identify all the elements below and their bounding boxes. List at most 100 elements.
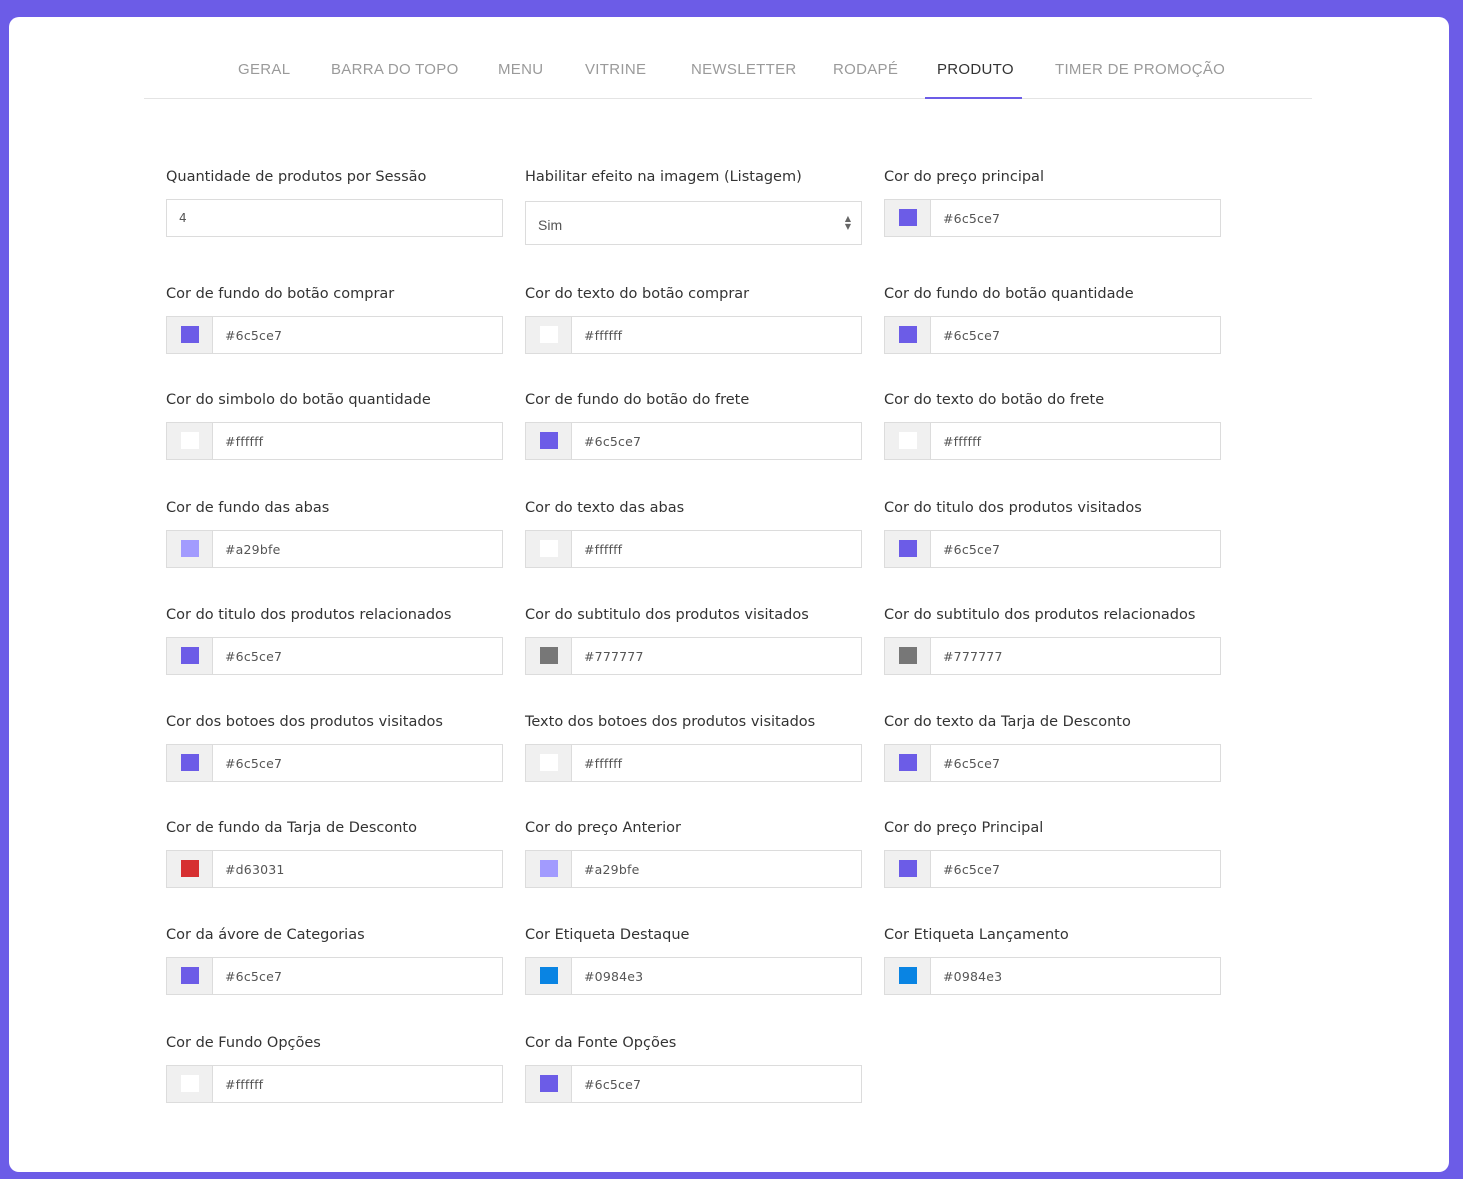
color-picker-button[interactable] [167, 1066, 213, 1102]
color-input[interactable]: #777777 [525, 637, 862, 675]
field-label: Cor de Fundo Opções [166, 1035, 321, 1051]
field-label: Cor do texto das abas [525, 500, 685, 516]
color-picker-button[interactable] [885, 958, 931, 994]
color-input[interactable]: #d63031 [166, 850, 503, 888]
color-value: #6c5ce7 [943, 211, 1001, 226]
color-picker-button[interactable] [167, 851, 213, 887]
field-label: Cor do subtitulo dos produtos visitados [525, 607, 809, 623]
color-input[interactable]: #0984e3 [525, 957, 862, 995]
quantity-input[interactable]: 4 [166, 199, 503, 237]
color-value: #ffffff [943, 434, 982, 449]
color-picker-button[interactable] [167, 638, 213, 674]
field-label: Cor Etiqueta Lançamento [884, 927, 1069, 943]
color-picker-button[interactable] [885, 851, 931, 887]
color-picker-button[interactable] [167, 317, 213, 353]
color-input[interactable]: #6c5ce7 [525, 1065, 862, 1103]
color-picker-button[interactable] [526, 531, 572, 567]
color-input[interactable]: #0984e3 [884, 957, 1221, 995]
color-swatch [540, 326, 558, 343]
field-label: Cor do texto do botão do frete [884, 392, 1105, 408]
tab-newsletter[interactable]: NEWSLETTER [691, 61, 797, 78]
field-label: Cor da ávore de Categorias [166, 927, 365, 943]
color-input[interactable]: #ffffff [884, 422, 1221, 460]
color-input[interactable]: #777777 [884, 637, 1221, 675]
color-input[interactable]: #ffffff [166, 1065, 503, 1103]
tab-menu[interactable]: MENU [498, 61, 543, 78]
field-label: Cor Etiqueta Destaque [525, 927, 690, 943]
color-swatch [181, 754, 199, 771]
field-label: Cor de fundo das abas [166, 500, 330, 516]
color-input[interactable]: #6c5ce7 [884, 199, 1221, 237]
field-label: Cor de fundo do botão do frete [525, 392, 750, 408]
color-picker-button[interactable] [526, 638, 572, 674]
color-value: #6c5ce7 [225, 756, 283, 771]
color-value: #0984e3 [943, 969, 1003, 984]
color-picker-button[interactable] [167, 745, 213, 781]
color-input[interactable]: #ffffff [525, 530, 862, 568]
color-input[interactable]: #6c5ce7 [166, 637, 503, 675]
field-label: Quantidade de produtos por Sessão [166, 169, 427, 185]
color-input[interactable]: #a29bfe [166, 530, 503, 568]
color-input[interactable]: #ffffff [525, 744, 862, 782]
color-picker-button[interactable] [526, 423, 572, 459]
color-input[interactable]: #6c5ce7 [884, 850, 1221, 888]
color-value: #6c5ce7 [584, 1077, 642, 1092]
color-value: #6c5ce7 [943, 756, 1001, 771]
tab-timer-de-promocao[interactable]: TIMER DE PROMOÇÃO [1055, 61, 1225, 78]
color-swatch [899, 967, 917, 984]
color-picker-button[interactable] [167, 958, 213, 994]
tab-geral[interactable]: GERAL [238, 61, 290, 78]
color-input[interactable]: #6c5ce7 [166, 957, 503, 995]
color-swatch [540, 432, 558, 449]
color-picker-button[interactable] [885, 531, 931, 567]
settings-card: GERAL BARRA DO TOPO MENU VITRINE NEWSLETTER R… [9, 17, 1449, 1172]
color-input[interactable]: #6c5ce7 [525, 422, 862, 460]
tab-vitrine[interactable]: VITRINE [585, 61, 646, 78]
color-input[interactable]: #6c5ce7 [166, 744, 503, 782]
color-swatch [540, 1075, 558, 1092]
field-label: Cor da Fonte Opções [525, 1035, 677, 1051]
color-value: #777777 [943, 649, 1003, 664]
color-input[interactable]: #ffffff [166, 422, 503, 460]
color-picker-button[interactable] [167, 531, 213, 567]
tab-produto[interactable]: PRODUTO [937, 61, 1014, 78]
color-value: #6c5ce7 [943, 328, 1001, 343]
color-input[interactable]: #6c5ce7 [884, 744, 1221, 782]
color-picker-button[interactable] [526, 958, 572, 994]
color-input[interactable]: #6c5ce7 [884, 316, 1221, 354]
color-swatch [540, 860, 558, 877]
color-picker-button[interactable] [526, 745, 572, 781]
color-value: #ffffff [584, 328, 623, 343]
color-value: #6c5ce7 [943, 542, 1001, 557]
color-value: #ffffff [584, 756, 623, 771]
select-arrows-icon: ▲ ▼ [844, 214, 851, 231]
color-input[interactable]: #6c5ce7 [884, 530, 1221, 568]
color-value: #ffffff [225, 434, 264, 449]
color-value: #a29bfe [584, 862, 640, 877]
color-value: #6c5ce7 [225, 328, 283, 343]
select-value: Sim [538, 217, 563, 233]
color-picker-button[interactable] [167, 423, 213, 459]
color-picker-button[interactable] [885, 745, 931, 781]
color-input[interactable]: #ffffff [525, 316, 862, 354]
color-picker-button[interactable] [526, 851, 572, 887]
color-picker-button[interactable] [885, 423, 931, 459]
color-picker-button[interactable] [526, 317, 572, 353]
color-swatch [899, 860, 917, 877]
field-label: Habilitar efeito na imagem (Listagem) [525, 169, 802, 185]
color-picker-button[interactable] [526, 1066, 572, 1102]
tab-barra-do-topo[interactable]: BARRA DO TOPO [331, 61, 459, 78]
field-label: Cor do texto da Tarja de Desconto [884, 714, 1131, 730]
image-effect-select[interactable]: Sim ▲ ▼ [525, 201, 862, 245]
color-picker-button[interactable] [885, 317, 931, 353]
color-input[interactable]: #6c5ce7 [166, 316, 503, 354]
color-value: #6c5ce7 [225, 969, 283, 984]
color-swatch [899, 432, 917, 449]
field-label: Cor do texto do botão comprar [525, 286, 750, 302]
color-input[interactable]: #a29bfe [525, 850, 862, 888]
tab-rodape[interactable]: RODAPÉ [833, 61, 898, 78]
color-value: #6c5ce7 [584, 434, 642, 449]
color-picker-button[interactable] [885, 638, 931, 674]
color-picker-button[interactable] [885, 200, 931, 236]
field-label: Cor do titulo dos produtos relacionados [166, 607, 452, 623]
